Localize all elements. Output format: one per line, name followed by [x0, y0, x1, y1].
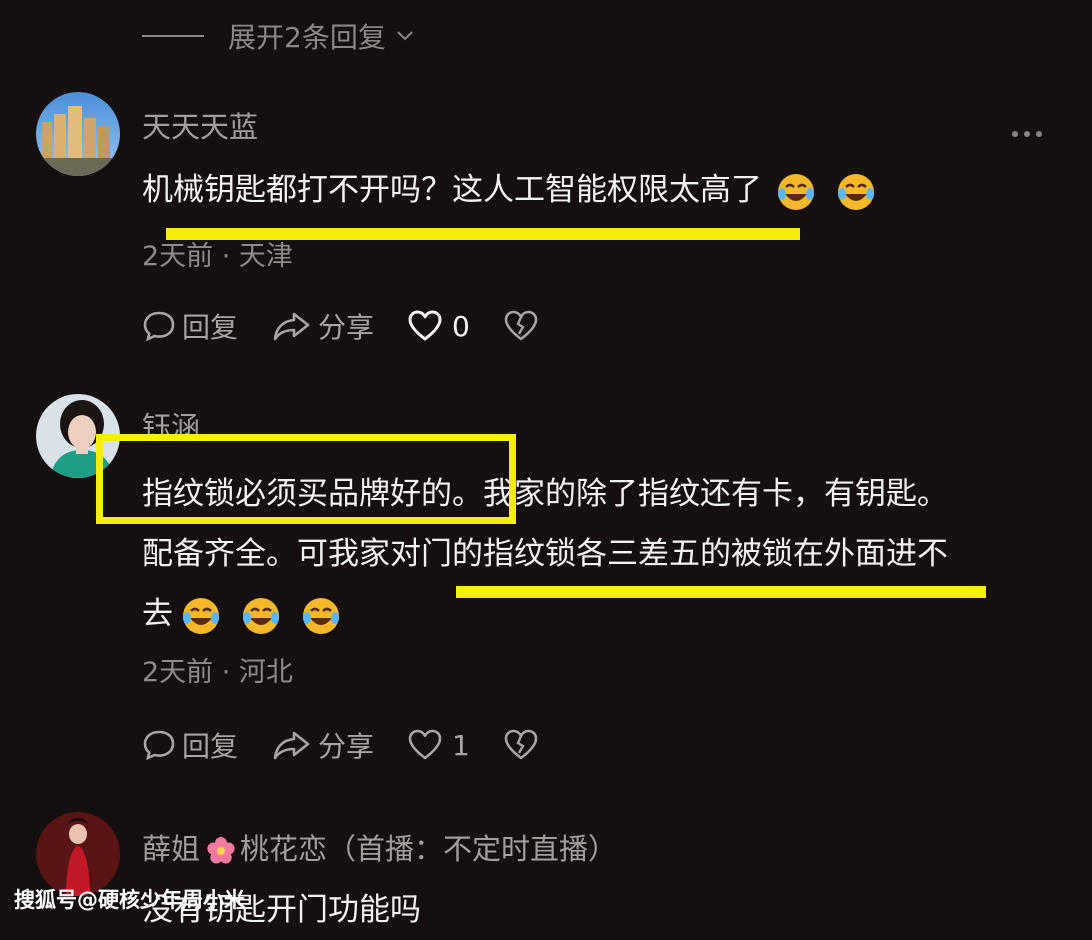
flower-icon: [207, 837, 235, 864]
share-button[interactable]: 分享: [272, 306, 374, 346]
comment-meta: 2天前 · 河北: [142, 657, 293, 688]
username[interactable]: 薛姐 桃花恋（首播：不定时直播）: [142, 826, 617, 868]
reply-label: 回复: [182, 311, 239, 344]
dislike-button[interactable]: [504, 729, 544, 761]
comment-actions: 回复 分享 1: [142, 725, 578, 765]
laughing-emoji-icon: [838, 173, 874, 210]
reply-label: 回复: [182, 730, 239, 763]
username[interactable]: 天天天蓝: [142, 104, 258, 146]
share-arrow-icon: [273, 731, 310, 760]
divider-line: [142, 35, 204, 37]
watermark: 搜狐号@硬核少年周小米: [14, 888, 245, 912]
laughing-emoji-icon: [778, 173, 814, 210]
expand-replies-label: 展开2条回复: [228, 21, 386, 54]
username-part: 桃花恋（首播：不定时直播）: [240, 832, 618, 866]
chevron-down-icon: [397, 31, 413, 41]
reply-button[interactable]: 回复: [142, 306, 238, 346]
like-count: 1: [452, 728, 470, 762]
more-options-icon[interactable]: [1012, 131, 1042, 137]
comment-text: 机械钥匙都打不开吗？这人工智能权限太高了: [142, 160, 876, 220]
comment-text-line: 机械钥匙都打不开吗？这人工智能权限太高了: [142, 172, 762, 208]
share-arrow-icon: [273, 312, 310, 341]
reply-button[interactable]: 回复: [142, 725, 238, 765]
like-button[interactable]: 0: [408, 310, 470, 343]
highlight-underline: [166, 228, 800, 240]
username-part: 薛姐: [142, 832, 201, 866]
laughing-emoji-icon: [303, 597, 339, 634]
dislike-button[interactable]: [504, 310, 544, 342]
like-count: 0: [452, 309, 470, 343]
highlight-box: [96, 434, 516, 524]
reply-bubble-icon: [143, 730, 175, 761]
comment-actions: 回复 分享 0: [142, 306, 578, 346]
comment-text-line: 配备齐全。可我家对门的指纹锁各三差五的被锁在外面进不: [142, 536, 948, 572]
broken-heart-icon: [504, 729, 538, 760]
share-label: 分享: [318, 311, 375, 344]
expand-replies-button[interactable]: 展开2条回复: [142, 14, 416, 58]
comment-text-line: 去: [142, 596, 173, 632]
share-label: 分享: [318, 730, 375, 763]
broken-heart-icon: [504, 310, 538, 341]
heart-icon: [408, 310, 442, 341]
laughing-emoji-icon: [243, 597, 279, 634]
laughing-emoji-icon: [183, 597, 219, 634]
like-button[interactable]: 1: [408, 729, 470, 762]
reply-bubble-icon: [143, 311, 175, 342]
heart-icon: [408, 729, 442, 760]
highlight-underline: [456, 586, 986, 598]
avatar[interactable]: [36, 92, 120, 176]
share-button[interactable]: 分享: [272, 725, 374, 765]
